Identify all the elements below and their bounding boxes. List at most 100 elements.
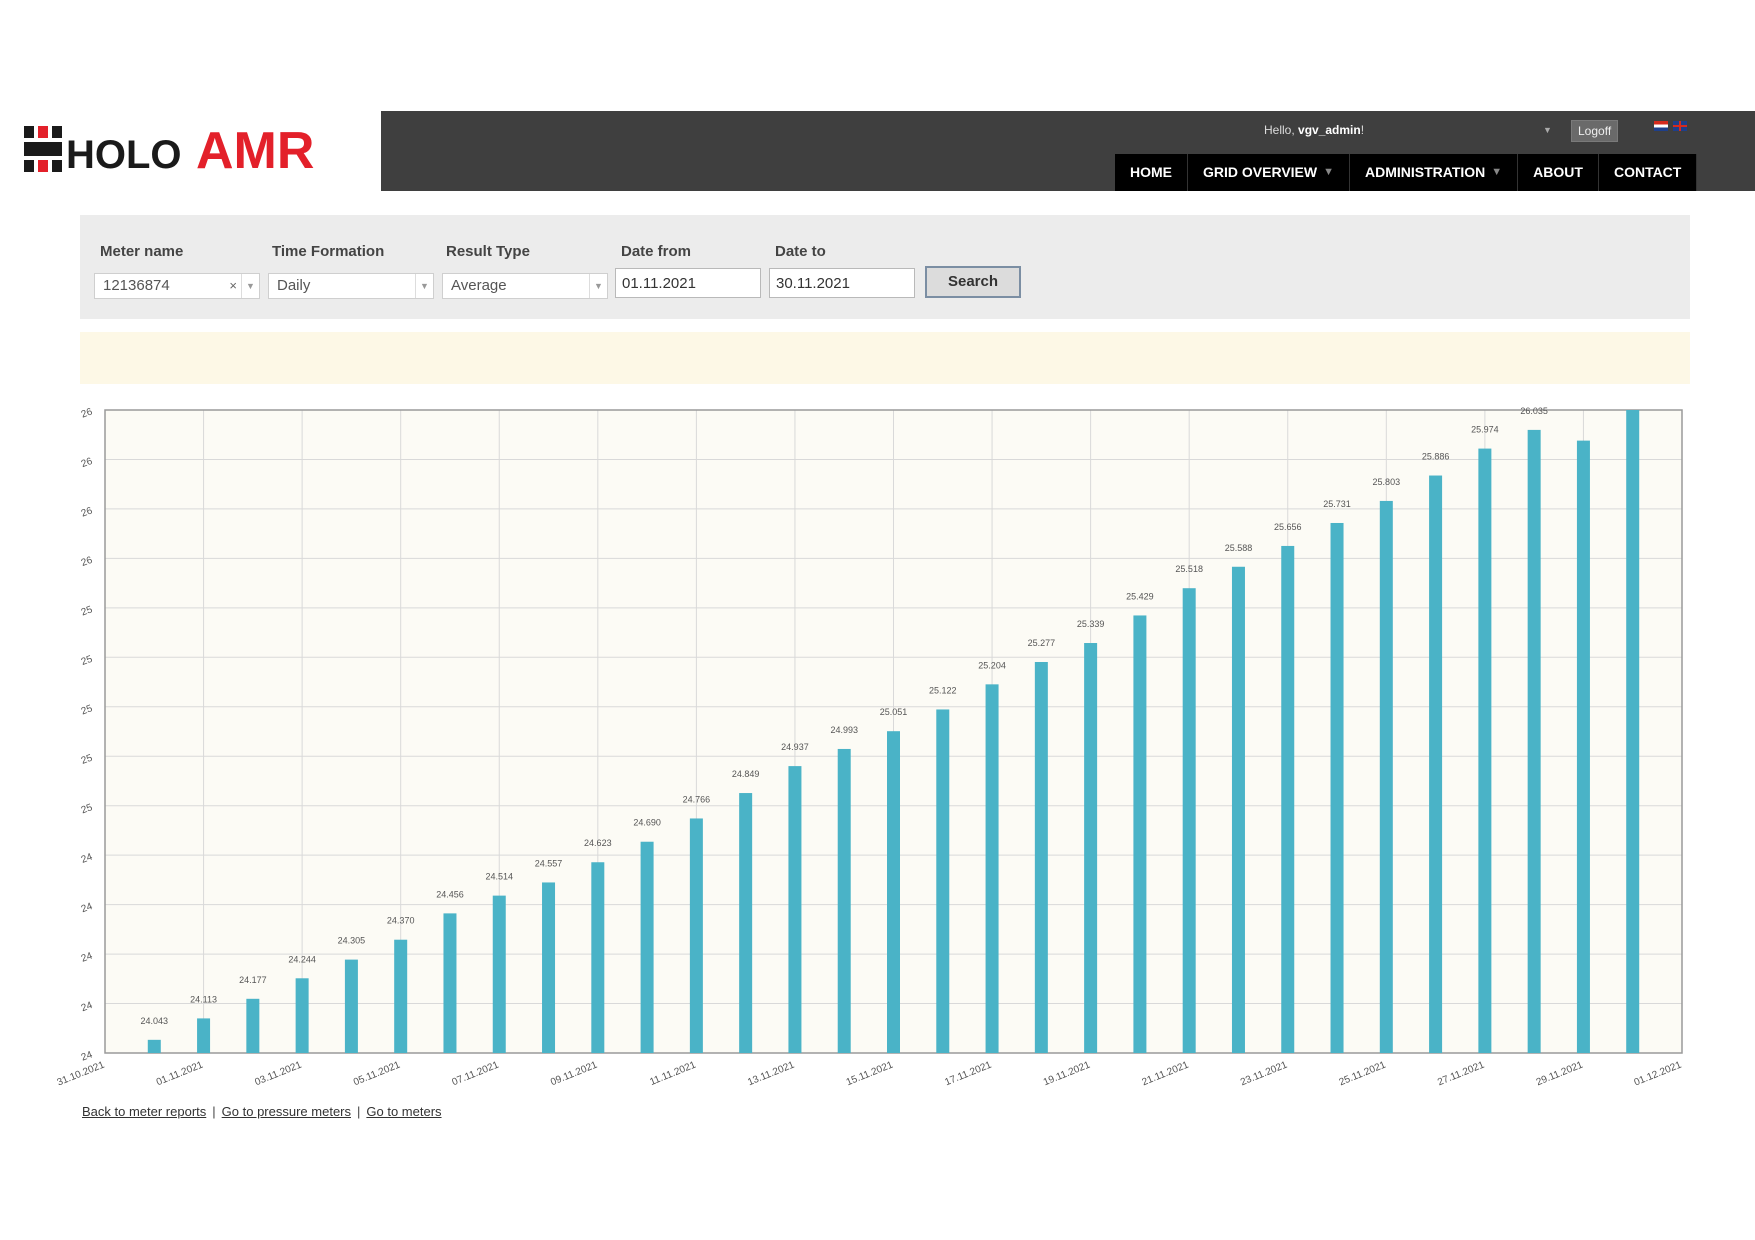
bar-data-label: 24.177 xyxy=(239,975,267,985)
croatian-flag-icon[interactable] xyxy=(1654,121,1668,131)
top-bar: Hello, vgv_admin! ▼ Logoff HOME GRID OVE… xyxy=(381,111,1755,191)
chart-bar xyxy=(542,882,556,1053)
chart-bar xyxy=(591,862,605,1053)
chart-bar xyxy=(1626,410,1640,1053)
y-tick-label: 24 xyxy=(80,1049,95,1063)
y-tick-label: 25 xyxy=(80,604,95,618)
chart-bar xyxy=(394,939,408,1053)
chart-bar xyxy=(788,766,802,1053)
meter-name-label: Meter name xyxy=(100,243,184,260)
y-tick-label: 25 xyxy=(80,654,95,668)
time-formation-label: Time Formation xyxy=(272,243,385,260)
bar-data-label: 25.339 xyxy=(1077,619,1105,629)
bar-data-label: 24.557 xyxy=(535,858,563,868)
date-to-input[interactable] xyxy=(769,268,915,298)
x-tick-label: 31.10.2021 xyxy=(56,1059,107,1088)
x-tick-label: 19.11.2021 xyxy=(1042,1059,1092,1088)
bar-data-label: 24.766 xyxy=(683,794,711,804)
chart-bar xyxy=(739,793,753,1053)
chart-bar xyxy=(936,709,950,1053)
chart-bar xyxy=(246,998,260,1053)
meter-name-select[interactable]: 12136874 × ▼ xyxy=(94,273,260,299)
dropdown-arrow-icon[interactable]: ▼ xyxy=(589,274,607,298)
holoamr-logo: HOLO AMR xyxy=(24,122,314,178)
chevron-down-icon: ▼ xyxy=(1491,166,1503,178)
logo-text-dark: HOLO xyxy=(66,133,182,177)
uk-flag-icon[interactable] xyxy=(1673,121,1687,131)
logo-text-red: AMR xyxy=(196,122,314,178)
nav-home[interactable]: HOME xyxy=(1115,154,1188,191)
footer-links: Back to meter reports | Go to pressure met… xyxy=(82,1104,442,1119)
username: vgv_admin xyxy=(1298,123,1361,137)
dropdown-arrow-icon[interactable]: ▼ xyxy=(415,274,433,298)
nav-about[interactable]: ABOUT xyxy=(1518,154,1599,191)
x-tick-label: 05.11.2021 xyxy=(352,1059,402,1088)
bar-data-label: 24.690 xyxy=(633,818,661,828)
search-button[interactable]: Search xyxy=(925,266,1021,298)
x-tick-label: 01.11.2021 xyxy=(155,1059,205,1088)
x-tick-label: 17.11.2021 xyxy=(943,1059,993,1088)
bar-data-label: 24.244 xyxy=(288,954,316,964)
back-to-meter-reports-link[interactable]: Back to meter reports xyxy=(82,1104,206,1119)
x-tick-label: 09.11.2021 xyxy=(549,1059,599,1088)
bar-data-label: 24.623 xyxy=(584,838,612,848)
y-tick-label: 24 xyxy=(80,1000,95,1014)
chart-bar xyxy=(985,684,999,1053)
nav-administration[interactable]: ADMINISTRATION ▼ xyxy=(1349,154,1519,191)
bar-data-label: 24.043 xyxy=(141,1016,169,1026)
bar-data-label: 25.204 xyxy=(978,660,1006,670)
date-from-input[interactable] xyxy=(615,268,761,298)
x-tick-label: 03.11.2021 xyxy=(253,1059,303,1088)
chart-bar xyxy=(837,748,851,1053)
message-area xyxy=(80,332,1690,384)
y-tick-label: 26 xyxy=(80,555,95,569)
x-tick-label: 15.11.2021 xyxy=(845,1059,895,1088)
dropdown-arrow-icon[interactable]: ▼ xyxy=(241,274,259,298)
x-tick-label: 23.11.2021 xyxy=(1239,1059,1289,1088)
nav-grid-overview[interactable]: GRID OVERVIEW ▼ xyxy=(1188,154,1350,191)
chart-bar xyxy=(1576,440,1590,1054)
date-from-label: Date from xyxy=(621,243,692,260)
bar-data-label: 25.588 xyxy=(1225,543,1253,553)
nav-contact[interactable]: CONTACT xyxy=(1598,154,1698,191)
bar-data-label: 24.514 xyxy=(485,872,513,882)
y-tick-label: 26 xyxy=(80,505,95,519)
chart-bar xyxy=(1330,522,1344,1053)
chart-bar xyxy=(689,818,703,1053)
x-tick-label: 29.11.2021 xyxy=(1535,1059,1585,1088)
y-tick-label: 24 xyxy=(80,851,95,865)
bar-data-label: 24.113 xyxy=(190,994,217,1004)
chart-bar xyxy=(1527,429,1541,1054)
y-tick-label: 26 xyxy=(80,456,95,470)
bar-data-label: 24.849 xyxy=(732,769,760,779)
x-tick-label: 25.11.2021 xyxy=(1338,1059,1388,1088)
result-type-select[interactable]: Average ▼ xyxy=(442,273,608,299)
bar-data-label: 25.656 xyxy=(1274,522,1302,532)
bar-data-label: 25.051 xyxy=(880,707,908,717)
clear-icon[interactable]: × xyxy=(229,274,237,298)
meter-readings-chart: 24 24 24 24 24 25 25 25 25 25 26 26 26 26 31.10.2021 01… xyxy=(56,406,1684,1089)
logoff-button[interactable]: Logoff xyxy=(1571,120,1619,142)
chart-bar xyxy=(197,1018,211,1053)
x-tick-label: 27.11.2021 xyxy=(1436,1059,1486,1088)
chart-bar xyxy=(1379,500,1393,1053)
chart-bar xyxy=(443,913,457,1053)
chart-bar xyxy=(1133,615,1147,1053)
chart-bar xyxy=(147,1039,161,1053)
go-to-meters-link[interactable]: Go to meters xyxy=(366,1104,441,1119)
logo-mark-icon xyxy=(24,126,62,172)
bar-data-label: 24.370 xyxy=(387,916,415,926)
chart-bar xyxy=(1231,566,1245,1053)
x-tick-label: 07.11.2021 xyxy=(451,1059,501,1088)
chart-bar xyxy=(1429,475,1443,1053)
main-nav: HOME GRID OVERVIEW ▼ ADMINISTRATION ▼ ABOU… xyxy=(1115,154,1698,191)
x-tick-label: 21.11.2021 xyxy=(1140,1059,1190,1088)
x-tick-label: 01.12.2021 xyxy=(1633,1059,1684,1088)
user-menu-caret-icon[interactable]: ▼ xyxy=(1543,125,1552,135)
chart-bar xyxy=(1281,545,1295,1053)
go-to-pressure-meters-link[interactable]: Go to pressure meters xyxy=(222,1104,351,1119)
bar-data-label: 24.305 xyxy=(338,936,366,946)
time-formation-select[interactable]: Daily ▼ xyxy=(268,273,434,299)
y-tick-label: 26 xyxy=(80,406,95,420)
chart-bar xyxy=(344,959,358,1053)
